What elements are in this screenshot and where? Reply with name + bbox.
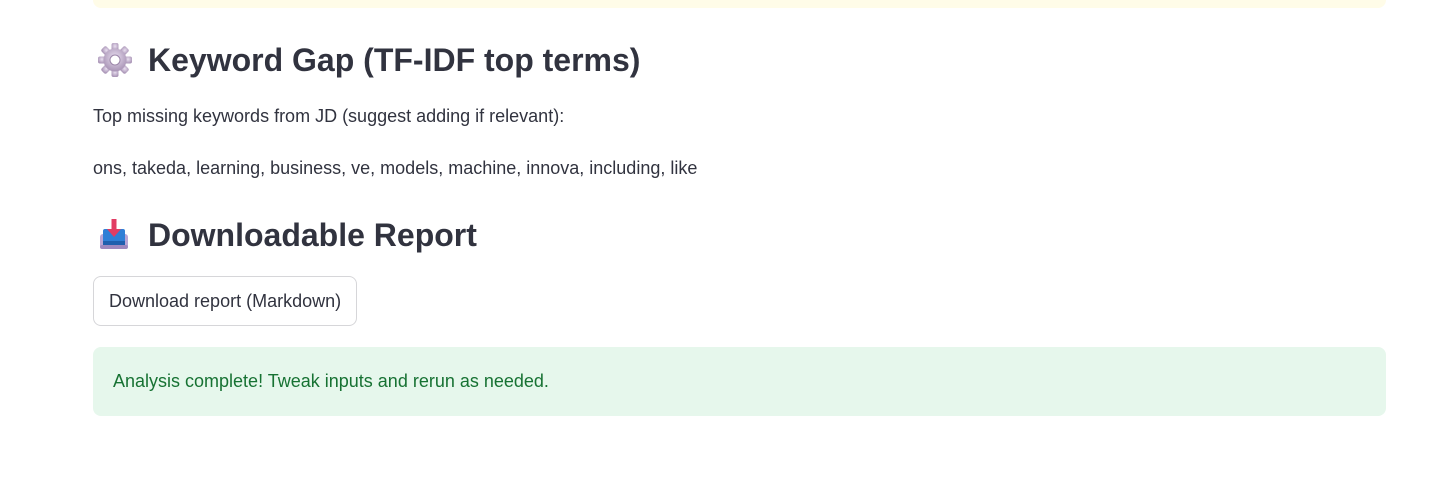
success-message: Analysis complete! Tweak inputs and reru… [113, 371, 549, 391]
success-alert: Analysis complete! Tweak inputs and reru… [93, 347, 1386, 416]
keyword-gap-intro: Top missing keywords from JD (suggest ad… [93, 106, 565, 126]
download-report-button[interactable]: Download report (Markdown) [93, 276, 358, 326]
inbox-download-icon [93, 213, 137, 257]
keyword-gap-title: Keyword Gap (TF-IDF top terms) [148, 41, 641, 78]
report-title: Downloadable Report [148, 216, 477, 253]
missing-keywords-list: ons, takeda, learning, business, ve, mod… [93, 158, 698, 178]
gear-icon [93, 38, 137, 82]
report-heading: Downloadable Report [93, 213, 477, 257]
warning-alert-box [93, 0, 1386, 8]
keyword-gap-heading: Keyword Gap (TF-IDF top terms) [93, 38, 640, 82]
